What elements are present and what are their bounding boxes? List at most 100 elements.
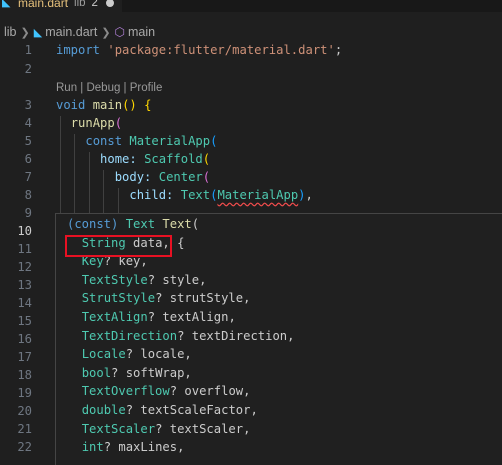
tab-main-dart[interactable]: ◣ main.dart lib 2	[0, 0, 122, 12]
line-number: 18	[17, 368, 32, 382]
param-type: TextScaler	[81, 421, 156, 436]
paren: ()	[122, 98, 137, 112]
code-line-5: const MaterialApp(	[56, 134, 217, 148]
tab-problem-count: 2	[91, 0, 98, 9]
param-body: body:	[114, 170, 152, 184]
param-type: TextOverflow	[81, 384, 170, 399]
chevron-right-icon: ❯	[20, 26, 30, 39]
code-line-1: import 'package:flutter/material.dart';	[56, 43, 342, 57]
type-void: void	[56, 98, 86, 112]
breadcrumb-symbol[interactable]: main	[128, 25, 155, 39]
line-number: 7	[24, 170, 32, 184]
param-type: TextStyle	[81, 272, 148, 287]
tab-filename: main.dart	[18, 0, 69, 10]
param-name: ? softWrap,	[111, 365, 192, 380]
line-number: 21	[17, 422, 32, 436]
paren: (	[202, 152, 211, 166]
code-line-3: void main() {	[56, 98, 151, 112]
param-child: child:	[129, 188, 174, 202]
param-name: ? textScaleFactor,	[125, 403, 258, 417]
param-name: ? textAlign,	[147, 310, 236, 324]
code-line-6: home: Scaffold(	[56, 152, 210, 166]
code-line-4: runApp(	[56, 116, 122, 130]
codelens-run-debug-profile[interactable]: Run | Debug | Profile	[56, 82, 162, 94]
signature-param: bool? softWrap,	[67, 366, 192, 380]
param-type: TextAlign	[81, 310, 148, 324]
signature-param: TextStyle? style,	[67, 272, 207, 287]
param-type: StrutStyle	[81, 291, 156, 306]
line-number: 2	[24, 62, 32, 76]
comma: ,	[305, 188, 313, 202]
keyword-import: import	[56, 43, 101, 57]
signature-param: TextOverflow? overflow,	[67, 384, 251, 399]
line-number: 14	[17, 296, 32, 310]
class-materialapp: MaterialApp	[129, 134, 211, 148]
const-modifier: (const)	[67, 217, 126, 231]
breadcrumb-folder[interactable]: lib	[4, 25, 17, 39]
line-number: 8	[24, 188, 32, 202]
keyword-const: const	[85, 134, 123, 148]
tab-bar: ◣ main.dart lib 2	[0, 0, 502, 12]
code-line-7: body: Center(	[56, 170, 210, 184]
param-name: ? style,	[147, 272, 207, 287]
paren: (	[202, 170, 211, 184]
class-text: Text	[180, 188, 211, 202]
line-number: 4	[24, 116, 32, 130]
punctuation: (	[191, 217, 200, 231]
line-number: 16	[17, 332, 32, 346]
tab-dir-hint: lib	[74, 0, 86, 9]
line-number: 9	[24, 206, 32, 220]
param-type: double	[81, 403, 126, 417]
error-arg-materialapp[interactable]: MaterialApp	[217, 188, 298, 202]
param-name: ? overflow,	[169, 384, 251, 399]
hover-signature-popup: (const) Text Text( String data, { Key? k…	[55, 213, 502, 465]
signature-header: (const) Text Text(	[67, 217, 199, 231]
class-scaffold: Scaffold	[144, 152, 203, 166]
code-line-8: child: Text(MaterialApp),	[56, 188, 313, 202]
signature-param: double? textScaleFactor,	[67, 403, 258, 417]
signature-param: Locale? locale,	[67, 347, 192, 361]
paren: (	[114, 116, 123, 130]
param-type: bool	[81, 365, 112, 380]
param-name: ? textScaler,	[155, 421, 251, 436]
line-number: 10	[17, 224, 32, 238]
signature-param: int? maxLines,	[67, 440, 185, 455]
line-number: 20	[17, 404, 32, 418]
param-type: Locale	[81, 347, 126, 362]
constructor-text: Text	[162, 217, 192, 231]
paren: )	[298, 188, 306, 202]
chevron-right-icon: ❯	[101, 26, 111, 39]
line-number: 15	[17, 314, 32, 328]
unsaved-dot-icon[interactable]	[106, 0, 114, 7]
signature-param: TextAlign? textAlign,	[67, 310, 236, 324]
line-number: 22	[17, 440, 32, 454]
paren: (	[210, 134, 218, 148]
signature-param: TextScaler? textScaler,	[67, 421, 251, 436]
breadcrumb-file[interactable]: main.dart	[45, 25, 97, 39]
param-name: ? strutStyle,	[155, 291, 251, 306]
function-runapp: runApp	[70, 116, 115, 130]
line-number: 19	[17, 386, 32, 400]
class-text: Text	[125, 217, 156, 231]
param-name: ? locale,	[125, 347, 192, 362]
param-home: home:	[100, 152, 137, 166]
signature-param: TextDirection? textDirection,	[67, 328, 295, 343]
line-number: 3	[24, 98, 32, 112]
brace: {	[144, 98, 152, 112]
method-cube-icon: ⬡	[114, 25, 126, 39]
param-name: ? maxLines,	[103, 440, 185, 455]
class-center: Center	[158, 170, 203, 184]
semicolon: ;	[334, 43, 343, 57]
param-type: int	[81, 440, 104, 455]
breadcrumb: lib ❯ ◣ main.dart ❯ ⬡ main	[0, 22, 502, 42]
import-string: 'package:flutter/material.dart'	[107, 43, 335, 57]
line-number: 12	[17, 260, 32, 274]
line-number: 5	[24, 134, 32, 148]
param-type: TextDirection	[81, 328, 178, 343]
function-main: main	[92, 98, 123, 112]
line-number: 1	[24, 43, 32, 57]
highlight-box	[65, 235, 172, 257]
line-number: 6	[24, 152, 32, 166]
dart-file-icon: ◣	[2, 0, 11, 9]
dart-file-icon: ◣	[33, 26, 43, 39]
